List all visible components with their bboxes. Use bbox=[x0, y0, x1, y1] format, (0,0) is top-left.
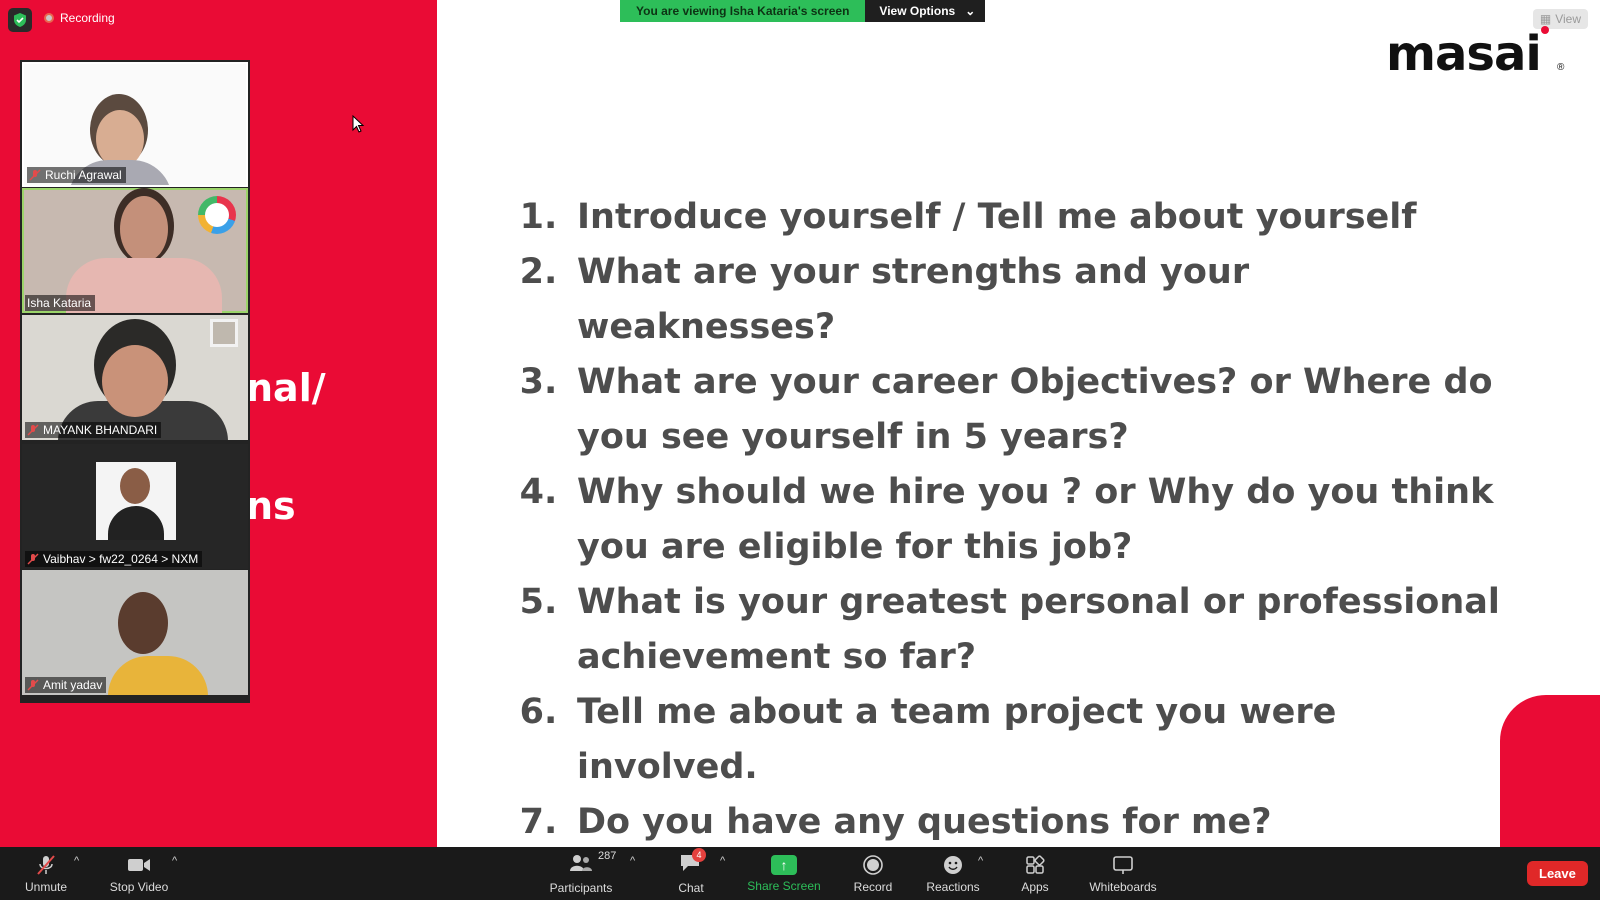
question-text: Introduce yourself / Tell me about yours… bbox=[577, 197, 1417, 237]
recording-dot-icon bbox=[44, 13, 54, 23]
question-number: 2. bbox=[519, 252, 558, 292]
video-tile-active-speaker[interactable]: Isha Kataria bbox=[22, 188, 248, 313]
question-line: you see yourself in 5 years? bbox=[500, 410, 1500, 465]
video-tile[interactable]: Vaibhav > fw22_0264 > NXM bbox=[22, 444, 248, 569]
mic-muted-icon bbox=[37, 854, 55, 875]
stop-video-button[interactable]: Stop Video bbox=[106, 847, 172, 900]
participant-count: 287 bbox=[598, 850, 617, 862]
share-screen-icon: ↑ bbox=[771, 854, 797, 875]
record-button[interactable]: Record bbox=[848, 847, 898, 900]
mic-muted-icon bbox=[29, 169, 41, 181]
question-number: 1. bbox=[519, 197, 558, 237]
participant-video bbox=[118, 592, 168, 654]
question-line: 3. What are your career Objectives? or Wh… bbox=[500, 355, 1500, 410]
reactions-options-caret-icon[interactable]: ^ bbox=[978, 855, 983, 867]
smiley-icon bbox=[944, 855, 962, 874]
question-text: Do you have any questions for me? bbox=[577, 802, 1272, 842]
video-options-caret-icon[interactable]: ^ bbox=[172, 855, 177, 867]
grid-icon: ▦ bbox=[1539, 12, 1552, 26]
record-icon bbox=[863, 854, 883, 875]
video-camera-icon bbox=[128, 858, 150, 871]
video-tile[interactable]: Ruchi Agrawal bbox=[22, 62, 248, 187]
question-line: 4. Why should we hire you ? or Why do you… bbox=[500, 465, 1500, 520]
whiteboards-button[interactable]: Whiteboards bbox=[1086, 847, 1160, 900]
question-number: 5. bbox=[519, 582, 558, 622]
share-screen-button[interactable]: ↑ Share Screen bbox=[746, 847, 822, 900]
question-text: achievement so far? bbox=[577, 637, 977, 677]
question-line: you are eligible for this job? bbox=[500, 520, 1500, 575]
mouse-cursor-icon bbox=[352, 115, 365, 133]
recording-label: Recording bbox=[60, 11, 115, 25]
question-number: 3. bbox=[519, 362, 558, 402]
unmute-button[interactable]: Unmute bbox=[22, 847, 70, 900]
video-tile[interactable]: MAYANK BHANDARI bbox=[22, 315, 248, 440]
participant-name: Ruchi Agrawal bbox=[45, 168, 122, 182]
question-line: 6. Tell me about a team project you were … bbox=[500, 685, 1500, 795]
question-line: 2. What are your strengths and your weakn… bbox=[500, 245, 1500, 355]
mic-muted-icon bbox=[27, 679, 39, 691]
participant-name: Amit yadav bbox=[43, 678, 103, 692]
participant-name: MAYANK BHANDARI bbox=[43, 423, 158, 437]
question-number bbox=[500, 630, 577, 685]
mic-muted-icon bbox=[27, 553, 39, 565]
question-list: 1. Introduce yourself / Tell me about you… bbox=[500, 190, 1500, 847]
view-button[interactable]: ▦ View bbox=[1532, 9, 1588, 29]
security-shield-icon[interactable] bbox=[8, 8, 32, 32]
apps-icon bbox=[1026, 854, 1045, 874]
leave-button[interactable]: Leave bbox=[1527, 861, 1588, 886]
participants-icon bbox=[570, 855, 592, 871]
chat-unread-badge: 4 bbox=[692, 848, 706, 862]
slide-red-corner bbox=[1500, 695, 1600, 847]
apps-button[interactable]: Apps bbox=[1018, 847, 1052, 900]
chat-options-caret-icon[interactable]: ^ bbox=[720, 855, 725, 867]
participant-avatar bbox=[96, 462, 176, 540]
question-number: 7. bbox=[519, 802, 558, 842]
question-number bbox=[500, 520, 577, 575]
screen-share-banner: You are viewing Isha Kataria's screen Vi… bbox=[620, 0, 986, 22]
whiteboard-icon bbox=[1113, 855, 1133, 874]
masai-logo: masai bbox=[1386, 26, 1542, 82]
question-text: What are your career Objectives? or Wher… bbox=[577, 362, 1493, 402]
question-number: 6. bbox=[519, 692, 558, 732]
question-number: 4. bbox=[519, 472, 558, 512]
question-text: Why should we hire you ? or Why do you t… bbox=[577, 472, 1494, 512]
recording-indicator[interactable]: Recording bbox=[44, 11, 115, 25]
logo-dot bbox=[1541, 26, 1549, 34]
question-text: What is your greatest personal or profes… bbox=[577, 582, 1500, 622]
participants-button[interactable]: 287 Participants bbox=[548, 847, 617, 900]
mic-muted-icon bbox=[27, 424, 39, 436]
question-text: What are your strengths and your weaknes… bbox=[577, 252, 1250, 347]
question-line: achievement so far? bbox=[500, 630, 1500, 685]
question-text: you are eligible for this job? bbox=[577, 527, 1133, 567]
question-number bbox=[500, 410, 577, 465]
slide-partial-text-2: ns bbox=[246, 484, 296, 528]
question-line: 1. Introduce yourself / Tell me about you… bbox=[500, 190, 1500, 245]
viewing-screen-label: You are viewing Isha Kataria's screen bbox=[620, 0, 866, 22]
question-text: Tell me about a team project you were in… bbox=[577, 692, 1337, 787]
participant-name: Isha Kataria bbox=[27, 296, 92, 310]
participants-options-caret-icon[interactable]: ^ bbox=[630, 855, 635, 867]
question-line: 7. Do you have any questions for me? bbox=[500, 795, 1500, 847]
chat-button[interactable]: 4 Chat bbox=[666, 847, 716, 900]
video-gallery: Ruchi Agrawal Isha Kataria MAYANK BHANDA… bbox=[20, 60, 250, 703]
shared-screen-area: nal/ ns Recording Ruchi Agrawal Isha Kat… bbox=[0, 0, 1600, 847]
video-tile[interactable]: Amit yadav bbox=[22, 570, 248, 695]
participant-name: Vaibhav > fw22_0264 > NXM bbox=[43, 552, 199, 566]
reactions-button[interactable]: Reactions bbox=[924, 847, 982, 900]
audio-options-caret-icon[interactable]: ^ bbox=[74, 855, 79, 867]
view-options-button[interactable]: View Options ⌄ bbox=[865, 0, 986, 22]
question-text: you see yourself in 5 years? bbox=[577, 417, 1129, 457]
meeting-toolbar: Unmute ^ Stop Video ^ 287 Participants ^… bbox=[0, 847, 1600, 900]
slide-partial-text-1: nal/ bbox=[246, 366, 326, 410]
chevron-down-icon: ⌄ bbox=[965, 4, 976, 18]
logo-registered-mark: ® bbox=[1557, 62, 1565, 73]
question-line: 5. What is your greatest personal or prof… bbox=[500, 575, 1500, 630]
